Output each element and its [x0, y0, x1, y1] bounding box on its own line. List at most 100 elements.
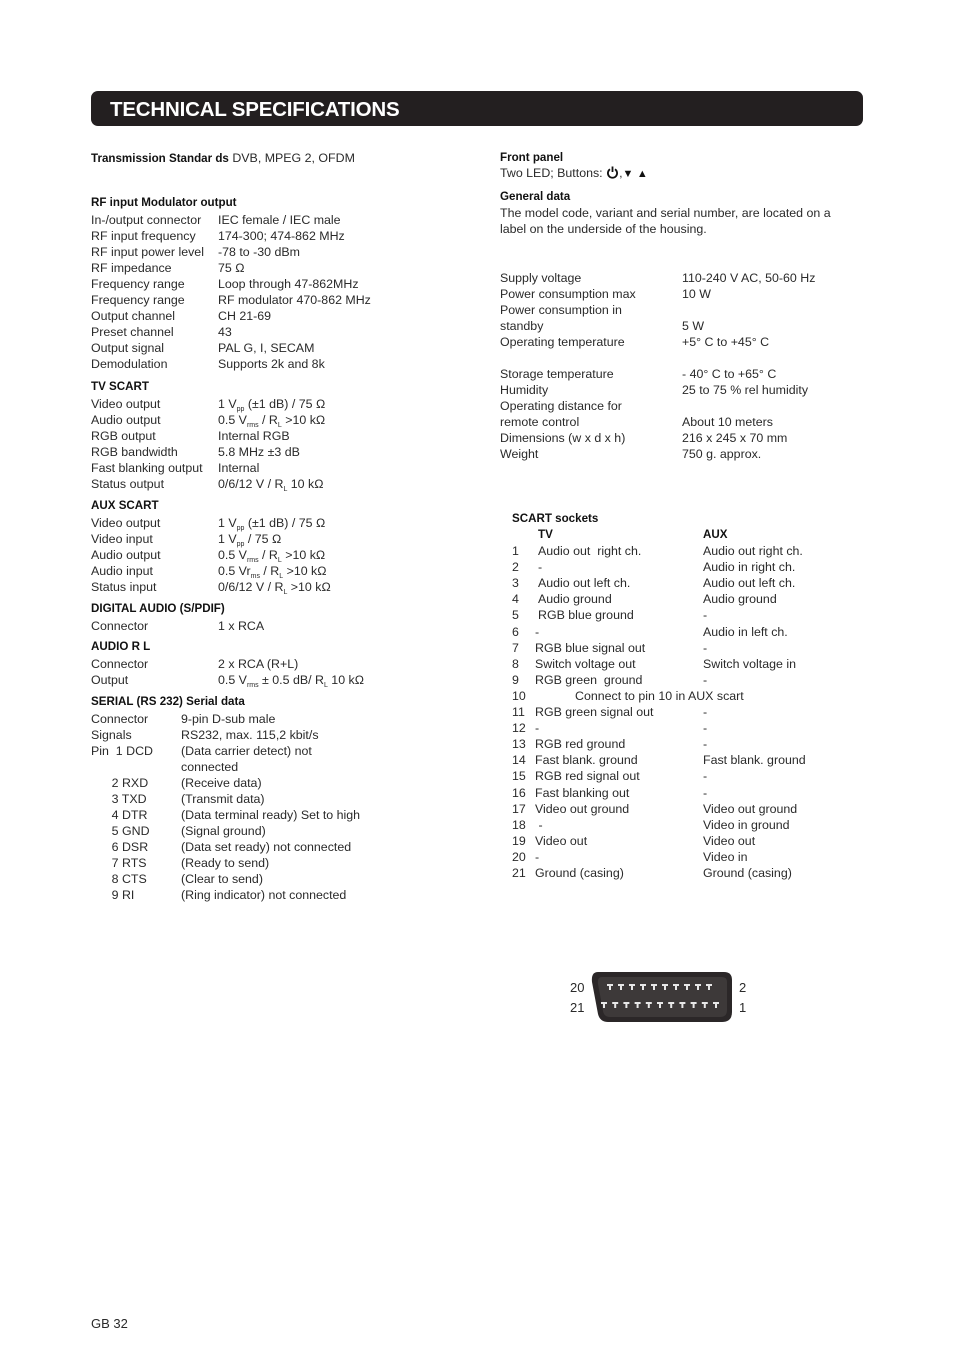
- general-data-line1: The model code, variant and serial numbe…: [500, 206, 831, 220]
- value-part: 0.5 Vr: [218, 564, 251, 578]
- value-part: 5.8 MHz ±3 dB: [218, 445, 300, 459]
- value-text: (Data terminal ready) Set to high: [181, 808, 361, 822]
- scart-pin-aux: -: [703, 769, 708, 784]
- transmission-standards: Transmission Standar ds DVB, MPEG 2, OFD…: [91, 151, 355, 165]
- value-part: 2 x RCA (R+L): [218, 657, 299, 671]
- spec-value: RS232, max. 115,2 kbit/s: [181, 727, 319, 743]
- value-text: Supports 2k and 8k: [218, 357, 325, 371]
- spec-value: Internal: [218, 460, 259, 476]
- scart-pin-aux: -: [703, 672, 708, 687]
- spec-label: Output channel: [91, 309, 176, 323]
- scart-pin-number: 9: [512, 672, 519, 687]
- scart-pin-tv: Video out: [535, 833, 588, 848]
- spec-value: (Data terminal ready) Set to high: [181, 807, 360, 823]
- scart-pin-number: 12: [512, 721, 526, 736]
- value-text: CH 21-69: [218, 309, 272, 323]
- value-text: (Ring indicator) not connected: [181, 888, 347, 902]
- spec-value: About 10 meters: [682, 415, 773, 429]
- scart-pin-number: 1: [512, 544, 519, 558]
- spec-value: 1 Vpp / 75 Ω: [218, 531, 281, 548]
- value-text: RF modulator 470-862 MHz: [218, 293, 371, 307]
- pin-label-21: 21: [570, 1000, 585, 1015]
- scart-pin-aux: Video out ground: [703, 801, 798, 816]
- audio-rl-heading: AUDIO R L: [91, 640, 151, 653]
- spec-label: In-/output connector: [91, 213, 202, 227]
- spec-label: Operating temperature: [500, 335, 625, 349]
- value-part: >10 kΩ: [281, 548, 326, 562]
- spec-value: +5° C to +45° C: [682, 335, 770, 349]
- spec-value: 43: [218, 324, 232, 340]
- scart-pin-aux: -: [703, 705, 708, 719]
- digital-audio-heading: DIGITAL AUDIO (S/PDIF): [91, 602, 225, 615]
- rf-heading: RF input Modulator output: [91, 196, 237, 209]
- value-text: (Receive data): [181, 776, 262, 790]
- spec-label: standby: [500, 319, 544, 333]
- scart-pin-number: 3: [512, 576, 519, 591]
- spec-value: (Ready to send): [181, 855, 269, 871]
- spec-label: Power consumption in: [500, 303, 622, 317]
- spec-value: Internal RGB: [218, 428, 290, 444]
- spec-label: Fast blanking output: [91, 461, 203, 475]
- spec-value: 0.5 Vrms ± 0.5 dB/ RL 10 kΩ: [218, 672, 364, 689]
- value-text: (Signal ground): [181, 824, 266, 838]
- spec-label: 4 DTR: [91, 808, 148, 822]
- front-panel-text: Two LED; Buttons: ,▼ ▲: [500, 166, 648, 182]
- value-part: 10 kΩ: [327, 673, 364, 687]
- scart-pin-aux: -: [703, 721, 708, 736]
- spec-label: RGB bandwidth: [91, 445, 178, 459]
- spec-value: 0.5 Vrms / RL >10 kΩ: [218, 547, 326, 564]
- spec-value: 2 x RCA (R+L): [218, 656, 298, 672]
- spec-value: 1 x RCA: [218, 618, 264, 634]
- page-number: GB 32: [91, 1316, 128, 1331]
- value-text: 43: [218, 325, 232, 339]
- spec-value: (Receive data): [181, 775, 262, 791]
- scart-connector-diagram: [591, 972, 732, 1022]
- spec-label: Weight: [500, 447, 539, 461]
- spec-label: RGB output: [91, 429, 156, 443]
- spec-value: 0/6/12 V / RL >10 kΩ: [218, 579, 331, 596]
- front-panel-heading: Front panel: [500, 151, 564, 164]
- up-triangle-icon: ▲: [636, 168, 648, 180]
- value-text: PAL G, I, SECAM: [218, 341, 315, 355]
- spec-label: Frequency range: [91, 293, 185, 307]
- spec-label: Status input: [91, 580, 157, 594]
- spec-label: Connector: [91, 712, 149, 726]
- value-part: / R: [258, 413, 278, 427]
- scart-pin-number: 5: [512, 608, 519, 623]
- value-text: 1 x RCA: [218, 619, 265, 633]
- spec-label: RF impedance: [91, 261, 172, 275]
- scart-pin-aux: Audio ground: [703, 592, 777, 607]
- scart-pin-tv: -: [535, 849, 540, 864]
- value-part: 10 kΩ: [287, 477, 324, 491]
- spec-label: Connector: [91, 619, 149, 633]
- spec-label: 2 RXD: [91, 776, 149, 790]
- spec-label: Storage temperature: [500, 367, 614, 381]
- spec-value: 5.8 MHz ±3 dB: [218, 444, 300, 460]
- tv-scart-heading: TV SCART: [91, 380, 149, 393]
- spec-value: (Data set ready) not connected: [181, 839, 351, 855]
- spec-value: 75 Ω: [218, 260, 245, 276]
- spec-label: 7 RTS: [91, 856, 147, 870]
- spec-label: Video output: [91, 516, 161, 530]
- scart-pin-aux: Audio out right ch.: [703, 544, 803, 558]
- scart-pin-number: 6: [512, 624, 519, 639]
- scart-pin-aux: Video in: [703, 849, 748, 864]
- scart-pin-aux: -: [703, 608, 708, 623]
- spec-value: 5 W: [682, 319, 705, 333]
- value-text: (Data carrier detect) not: [181, 744, 312, 758]
- value-part: rms: [246, 682, 259, 689]
- scart-pin-number: 16: [512, 785, 526, 800]
- title-bar: TECHNICAL SPECIFICATIONS: [91, 91, 863, 126]
- spec-label: Video output: [91, 397, 161, 411]
- scart-pin-number: 13: [512, 737, 526, 752]
- down-triangle-icon: ▼: [622, 168, 634, 180]
- scart-pin-aux: Audio in left ch.: [703, 624, 788, 639]
- value-part: 0.5 V: [218, 548, 247, 562]
- scart-pin-tv: Ground (casing): [535, 866, 624, 880]
- spec-label: 8 CTS: [91, 872, 147, 886]
- general-data-line2: label on the underside of the housing.: [500, 222, 707, 236]
- scart-pin-aux: Fast blank. ground: [703, 753, 806, 768]
- value-text: connected: [181, 760, 239, 774]
- spec-value: connected: [181, 759, 238, 775]
- value-text: 174-300; 474-862 MHz: [218, 229, 345, 243]
